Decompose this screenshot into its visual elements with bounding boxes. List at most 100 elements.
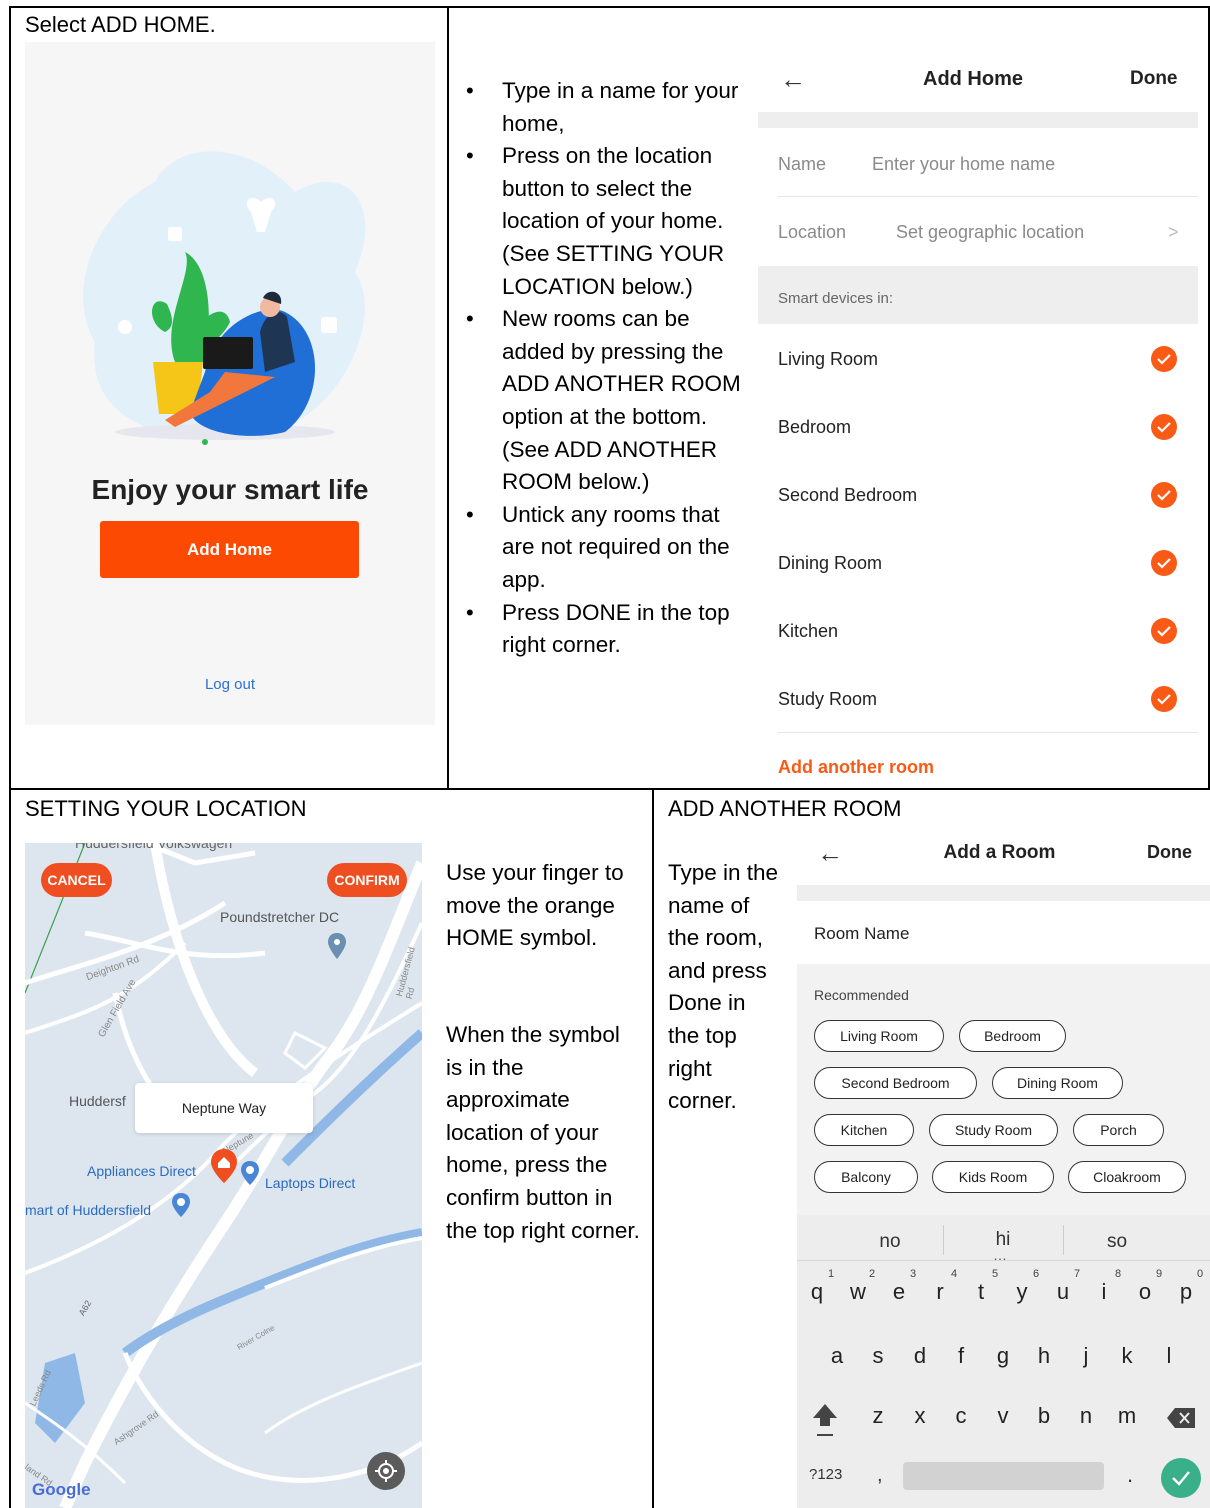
key-u[interactable]: u: [1043, 1279, 1083, 1305]
map-label: Poundstretcher DC: [220, 909, 340, 925]
checkmark-icon[interactable]: [1151, 482, 1177, 508]
period-key[interactable]: .: [1127, 1462, 1133, 1488]
key-g[interactable]: g: [983, 1343, 1023, 1369]
add-room-instructions: Type in the name of the room, and press …: [668, 860, 779, 1114]
room-chip[interactable]: Living Room: [814, 1020, 944, 1052]
add-home-screen: ← Add Home Done Name Enter your home nam…: [758, 50, 1198, 785]
key-f[interactable]: f: [941, 1343, 981, 1369]
suggestion[interactable]: no: [867, 1231, 913, 1253]
key-z[interactable]: z: [858, 1403, 898, 1429]
key-w[interactable]: w: [838, 1279, 878, 1305]
divider: [778, 732, 1198, 733]
suggestion[interactable]: so: [1094, 1231, 1140, 1253]
divider: [943, 1225, 944, 1255]
room-item-label: Study Room: [778, 689, 878, 709]
name-label: Name: [778, 154, 827, 174]
google-logo: Google: [32, 1480, 91, 1499]
address-popup: Neptune Way: [135, 1083, 313, 1133]
add-another-room-link[interactable]: Add another room: [778, 757, 934, 778]
room-chip[interactable]: Porch: [1073, 1114, 1164, 1146]
location-instructions-1: Use your finger to move the orange HOME …: [446, 860, 624, 951]
add-home-button[interactable]: Add Home: [100, 521, 359, 578]
caption-select-add-home: Select ADD HOME.: [25, 12, 216, 37]
headline: Enjoy your smart life: [91, 474, 369, 505]
key-a[interactable]: a: [817, 1343, 857, 1369]
room-chip[interactable]: Dining Room: [992, 1067, 1123, 1099]
checkmark-icon[interactable]: [1151, 686, 1177, 712]
add-home-title: Add Home: [923, 68, 1023, 90]
key-r[interactable]: r: [920, 1279, 960, 1305]
key-b[interactable]: b: [1024, 1403, 1064, 1429]
key-i[interactable]: i: [1084, 1279, 1124, 1305]
map-view[interactable]: Huddersfield Volkswagen Poundstretcher D…: [25, 843, 422, 1508]
location-field[interactable]: Set geographic location: [896, 222, 1084, 243]
room-chip[interactable]: Cloakroom: [1068, 1161, 1186, 1193]
key-y[interactable]: y: [1002, 1279, 1042, 1305]
room-item-label: Living Room: [778, 349, 879, 369]
divider: [1063, 1225, 1064, 1255]
logout-link[interactable]: Log out: [25, 676, 435, 693]
key-l[interactable]: l: [1149, 1343, 1189, 1369]
checkmark-icon[interactable]: [1151, 550, 1177, 576]
section-title: Smart devices in:: [778, 290, 894, 307]
confirm-button[interactable]: CONFIRM: [327, 863, 407, 897]
space-bar[interactable]: [903, 1462, 1104, 1490]
caption-setting-location: SETTING YOUR LOCATION: [25, 796, 307, 821]
key-d[interactable]: d: [900, 1343, 940, 1369]
checkmark-icon[interactable]: [1151, 346, 1177, 372]
room-chip[interactable]: Kitchen: [814, 1114, 914, 1146]
checkmark-icon[interactable]: [1151, 618, 1177, 644]
map-label: Laptops Direct: [265, 1175, 356, 1191]
shift-icon[interactable]: [811, 1402, 839, 1443]
symbols-key[interactable]: ?123: [809, 1466, 842, 1483]
chevron-right-icon: >: [1168, 222, 1179, 242]
key-o[interactable]: o: [1125, 1279, 1165, 1305]
key-p[interactable]: p: [1166, 1279, 1206, 1305]
key-k[interactable]: k: [1107, 1343, 1147, 1369]
table-top-border: [9, 6, 1210, 8]
instruction-item: Press DONE in the top right corner.: [466, 597, 746, 662]
key-c[interactable]: c: [941, 1403, 981, 1429]
home-pin-icon[interactable]: [211, 1149, 237, 1188]
map-label: Huddersf: [69, 1093, 126, 1109]
map-pin-icon: [172, 1193, 190, 1222]
caption-add-another-room: ADD ANOTHER ROOM: [668, 796, 902, 821]
home-name-input[interactable]: Enter your home name: [872, 154, 1055, 175]
key-v[interactable]: v: [983, 1403, 1023, 1429]
location-instructions-2: When the symbol is in the approximate lo…: [446, 1022, 640, 1243]
room-chip[interactable]: Balcony: [814, 1161, 918, 1193]
key-t[interactable]: t: [961, 1279, 1001, 1305]
room-chip[interactable]: Bedroom: [959, 1020, 1066, 1052]
room-chip[interactable]: Second Bedroom: [814, 1067, 977, 1099]
key-e[interactable]: e: [879, 1279, 919, 1305]
key-m[interactable]: m: [1107, 1403, 1147, 1429]
enter-check-icon[interactable]: [1161, 1458, 1201, 1498]
room-name-input[interactable]: Room Name: [814, 924, 909, 944]
map-label: Appliances Direct: [87, 1163, 196, 1179]
done-button[interactable]: Done: [1130, 68, 1178, 90]
room-chip[interactable]: Kids Room: [932, 1161, 1054, 1193]
key-q[interactable]: q: [797, 1279, 837, 1305]
add-room-title: Add a Room: [943, 842, 1056, 863]
checkmark-icon[interactable]: [1151, 414, 1177, 440]
comma-key[interactable]: ,: [877, 1464, 883, 1487]
cancel-button[interactable]: CANCEL: [41, 863, 112, 897]
keyboard-divider: [797, 1260, 1210, 1261]
table-col-divider-bottom: [652, 789, 654, 1508]
map-pin-icon: [241, 1161, 259, 1190]
keyboard-row-3: z x c v b n m: [797, 1400, 1210, 1440]
key-s[interactable]: s: [858, 1343, 898, 1369]
my-location-icon[interactable]: [367, 1452, 405, 1490]
key-j[interactable]: j: [1066, 1343, 1106, 1369]
room-chip[interactable]: Study Room: [929, 1114, 1058, 1146]
instruction-item: Untick any rooms that are not required o…: [466, 499, 746, 597]
key-n[interactable]: n: [1066, 1403, 1106, 1429]
done-button[interactable]: Done: [1147, 842, 1192, 863]
key-h[interactable]: h: [1024, 1343, 1064, 1369]
room-item-label: Second Bedroom: [778, 485, 918, 505]
welcome-screen: Enjoy your smart life Log out: [25, 42, 435, 725]
key-x[interactable]: x: [900, 1403, 940, 1429]
backspace-icon[interactable]: [1167, 1408, 1195, 1433]
keyboard-row-1: 1 q 2 w 3 e 4 r 5 t 6 y 7 u 8 i 9 o 0 p: [797, 1263, 1210, 1313]
keyboard-row-4: ?123 , .: [797, 1456, 1210, 1508]
